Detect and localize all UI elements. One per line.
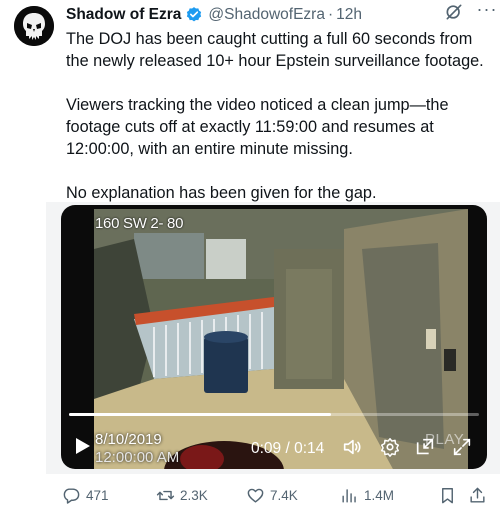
post-paragraph-2: Viewers tracking the video noticed a cle… (66, 96, 449, 158)
action-bar: 471 2.3K 7.4K 1.4M (58, 484, 498, 506)
progress-bar[interactable] (69, 413, 479, 416)
post-paragraph-3: No explanation has been given for the ga… (66, 184, 377, 202)
bookmark-icon (442, 487, 453, 503)
settings-icon[interactable] (379, 436, 401, 458)
camera-label: 160 SW 2- 80 (95, 215, 184, 232)
repost-count: 2.3K (180, 487, 208, 503)
repost-button[interactable]: 2.3K (156, 484, 208, 506)
verified-badge-icon (187, 7, 202, 22)
author-handle[interactable]: @ShadowofEzra (208, 6, 325, 24)
reply-icon (63, 487, 80, 504)
reply-count: 471 (86, 487, 109, 503)
author-name[interactable]: Shadow of Ezra (66, 6, 181, 24)
fullscreen-icon[interactable] (451, 436, 473, 458)
views-count: 1.4M (364, 487, 395, 503)
like-button[interactable]: 7.4K (246, 484, 298, 506)
bookmark-button[interactable] (438, 484, 462, 506)
views-icon (342, 488, 356, 503)
separator-dot: · (327, 6, 334, 23)
grok-icon[interactable] (444, 2, 464, 22)
share-icon (470, 487, 485, 503)
repost-icon (156, 490, 175, 500)
date-stamp: 8/10/2019 (95, 431, 162, 448)
skull-avatar-image (14, 6, 54, 46)
video-player[interactable]: 160 SW 2- 80 8/10/2019 12:00:00 AM 0:09 … (61, 205, 487, 469)
more-icon[interactable]: ··· (476, 0, 498, 22)
post-paragraph-1: The DOJ has been caught cutting a full 6… (66, 30, 484, 70)
progress-fill (69, 413, 332, 416)
share-button[interactable] (468, 484, 492, 506)
post-text: The DOJ has been caught cutting a full 6… (66, 28, 496, 204)
post-header: Shadow of Ezra @ShadowofEzra · 12h (66, 4, 492, 26)
avatar[interactable] (14, 6, 54, 46)
surveillance-frame-image (94, 209, 468, 469)
reply-button[interactable]: 471 (62, 484, 109, 506)
like-count: 7.4K (270, 487, 298, 503)
views-button[interactable]: 1.4M (340, 484, 394, 506)
time-stamp: 12:00:00 AM (95, 449, 180, 466)
volume-icon[interactable] (341, 436, 363, 458)
post-time[interactable]: 12h (336, 6, 362, 24)
like-icon (247, 488, 264, 503)
play-icon[interactable] (75, 437, 91, 455)
elapsed-time: 0:09 / 0:14 (251, 440, 325, 457)
